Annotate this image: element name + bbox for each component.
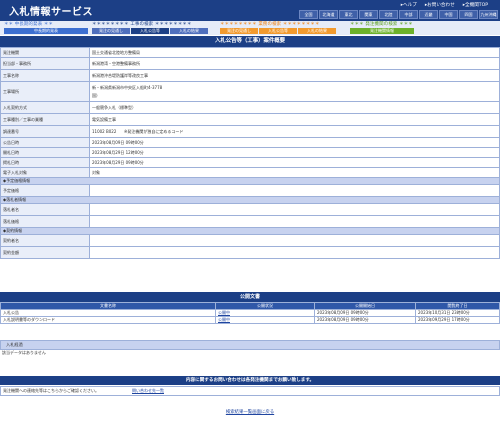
detail-panel: 入札公告等（工事）案件概要 発注機関 国土交通省北陸地方整備局 担当部・事務所 新潟… — [0, 36, 500, 259]
row-label: 落札価格 — [0, 215, 90, 228]
search-nav: ＊＊ 中長期的発表 ＊＊ 中長期的発表 ＊＊＊＊＊＊＊＊ 工事の検索 ＊＊＊＊＊… — [0, 21, 500, 35]
doc-start: 2023年08月09日 09時00分 — [314, 316, 416, 324]
nav-group-services: ＊＊＊＊＊＊＊＊ 業務の検索 ＊＊＊＊＊＊＊＊ 発注の見通し 入札公告等 入札の… — [220, 22, 338, 35]
nav-group-label: ＊＊＊ 発注機関の検索 ＊＊＊ — [350, 22, 413, 27]
region-tab[interactable]: 北陸 — [379, 10, 398, 19]
tab-construction-notice[interactable]: 入札公告等 — [131, 28, 169, 34]
col-header: 閲覧終了日 — [415, 302, 500, 310]
row-label: 公告日時 — [0, 137, 90, 148]
doc-end: 2023年10月31日 23時00分 — [415, 309, 500, 317]
row-label: 契約者名 — [0, 234, 90, 247]
row-value — [89, 215, 500, 228]
region-tab[interactable]: 関東 — [359, 10, 378, 19]
documents-table: 文書名称 公開状況 公開開始日 閲覧終了日 入札公告 公開中 2023年08月0… — [0, 302, 500, 324]
row-label: 開札日時 — [0, 147, 90, 158]
nav-group-agency: ＊＊＊ 発注機関の検索 ＊＊＊ 発注機関情報 — [350, 22, 430, 35]
row-label: 予定価格 — [0, 184, 90, 197]
contact-row: 発注機関への連絡先等はこちらからご確認ください。 問い合わせ先一覧 — [0, 386, 500, 396]
row-value-2: 国) — [92, 92, 98, 98]
tab-construction-result[interactable]: 入札の結果 — [170, 28, 208, 34]
row-value: 新潟港沖合堤防護岸等改良工事 — [89, 69, 500, 82]
section-price: ◆予定価格情報 — [0, 177, 500, 185]
top-links: ▸ヘルプ ▸お問い合わせ ▸全機関TOP — [401, 2, 488, 8]
row-value-2: ※発注機関が独自に定めるコード — [124, 128, 184, 134]
help-link[interactable]: ▸ヘルプ — [401, 2, 417, 8]
row-value: 国土交通省北陸地方整備局 — [89, 47, 500, 58]
table-row: 入札公告 公開中 2023年08月09日 09時00分 2023年10月31日 … — [0, 309, 500, 317]
doc-end: 2023年09月29日 17時00分 — [415, 316, 500, 324]
region-tab[interactable]: 九州沖縄 — [479, 10, 498, 19]
row-label: 契約金額 — [0, 246, 90, 259]
top-header: 入札情報サービス ▸ヘルプ ▸お問い合わせ ▸全機関TOP 全国 北海道 東北 … — [0, 0, 500, 21]
doc-status-link[interactable]: 公開中 — [215, 309, 315, 317]
table-row: 入札説明書等のダウンロード 公開中 2023年08月09日 09時00分 202… — [0, 316, 500, 324]
nav-group-label: ＊＊ 中長期的発表 ＊＊ — [4, 22, 54, 27]
row-value — [89, 184, 500, 197]
region-tab[interactable]: 東北 — [339, 10, 358, 19]
nav-group-midterm: ＊＊ 中長期的発表 ＊＊ 中長期的発表 — [4, 22, 88, 35]
tab-agency-info[interactable]: 発注機関情報 — [350, 28, 414, 34]
doc-name: 入札説明書等のダウンロード — [0, 316, 216, 324]
detail-table: 発注機関 国土交通省北陸地方整備局 担当部・事務所 新潟港湾・空港整備事務所 工事名… — [0, 47, 500, 259]
tab-midterm[interactable]: 中長期的発表 — [4, 28, 88, 34]
row-value: 2023年08月29日 12時00分 — [89, 147, 500, 158]
row-value: 11002 B022 — [92, 128, 117, 134]
row-label: 工事場所 — [0, 81, 90, 102]
section-contract: ◆契約情報 — [0, 227, 500, 235]
col-header: 公開開始日 — [314, 302, 416, 310]
region-tab[interactable]: 中部 — [399, 10, 418, 19]
doc-name: 入札公告 — [0, 309, 216, 317]
row-label: 入札契約方式 — [0, 101, 90, 114]
row-label: 工事名称 — [0, 69, 90, 82]
region-tab[interactable]: 四国 — [459, 10, 478, 19]
history-title: 入札経過 — [0, 340, 500, 350]
history-empty: 該当データはありません — [2, 350, 46, 355]
row-value — [89, 246, 500, 259]
documents-title: 公開文書 — [0, 292, 500, 302]
site-logo[interactable]: 入札情報サービス — [9, 3, 93, 18]
row-value: 新潟港湾・空港整備事務所 — [89, 57, 500, 70]
nav-group-construction: ＊＊＊＊＊＊＊＊ 工事の検索 ＊＊＊＊＊＊＊＊ 発注の見通し 入札公告等 入札の… — [92, 22, 210, 35]
region-tab[interactable]: 北海道 — [319, 10, 338, 19]
tab-services-outlook[interactable]: 発注の見通し — [220, 28, 258, 34]
documents-panel: 公開文書 文書名称 公開状況 公開開始日 閲覧終了日 入札公告 公開中 2023… — [0, 292, 500, 324]
row-value: 新・新潟県新潟市中央区入船町4-3778 — [92, 84, 163, 90]
col-header: 文書名称 — [0, 302, 216, 310]
row-label: 電子入札対象 — [0, 167, 90, 178]
tab-services-notice[interactable]: 入札公告等 — [259, 28, 297, 34]
row-label: 落札者名 — [0, 203, 90, 216]
all-orgs-top-link[interactable]: ▸全機関TOP — [463, 2, 488, 8]
row-label: 掲札日時 — [0, 157, 90, 168]
row-value: 電気設備工事 — [89, 113, 500, 126]
region-tab[interactable]: 全国 — [299, 10, 318, 19]
row-label: 発注機関 — [0, 47, 90, 58]
tab-services-result[interactable]: 入札の結果 — [298, 28, 336, 34]
doc-start: 2023年08月09日 09時00分 — [314, 309, 416, 317]
section-winner: ◆落札者情報 — [0, 196, 500, 204]
nav-group-label: ＊＊＊＊＊＊＊＊ 工事の検索 ＊＊＊＊＊＊＊＊ — [92, 22, 192, 27]
doc-status-link[interactable]: 公開中 — [215, 316, 315, 324]
nav-group-label: ＊＊＊＊＊＊＊＊ 業務の検索 ＊＊＊＊＊＊＊＊ — [220, 22, 320, 27]
region-tabs: 全国 北海道 東北 関東 北陸 中部 近畿 中国 四国 九州沖縄 — [299, 10, 498, 19]
row-label: 調達番号 — [0, 125, 90, 138]
row-value — [89, 203, 500, 216]
region-tab[interactable]: 中国 — [439, 10, 458, 19]
contact-bar: 内容に関するお問い合わせは各発注機関までお願い致します。 — [0, 376, 500, 385]
back-to-results-link[interactable]: 検索結果一覧画面に戻る — [0, 409, 500, 415]
row-value — [89, 234, 500, 247]
tab-construction-outlook[interactable]: 発注の見通し — [92, 28, 130, 34]
detail-title: 入札公告等（工事）案件概要 — [0, 36, 500, 47]
contact-label: 発注機関への連絡先等はこちらからご確認ください。 — [3, 388, 99, 393]
row-label: 工事種別／工事の業種 — [0, 113, 90, 126]
region-tab[interactable]: 近畿 — [419, 10, 438, 19]
contact-link[interactable]: ▸お問い合わせ — [425, 2, 455, 8]
row-value: 一般競争入札（標準型） — [89, 101, 500, 114]
row-value: 2023年08月29日 09時00分 — [89, 157, 500, 168]
col-header: 公開状況 — [215, 302, 315, 310]
row-label: 担当部・事務所 — [0, 57, 90, 70]
row-value: 対象 — [89, 167, 500, 178]
row-value: 2023年08月09日 09時00分 — [89, 137, 500, 148]
contact-list-link[interactable]: 問い合わせ先一覧 — [132, 387, 164, 395]
